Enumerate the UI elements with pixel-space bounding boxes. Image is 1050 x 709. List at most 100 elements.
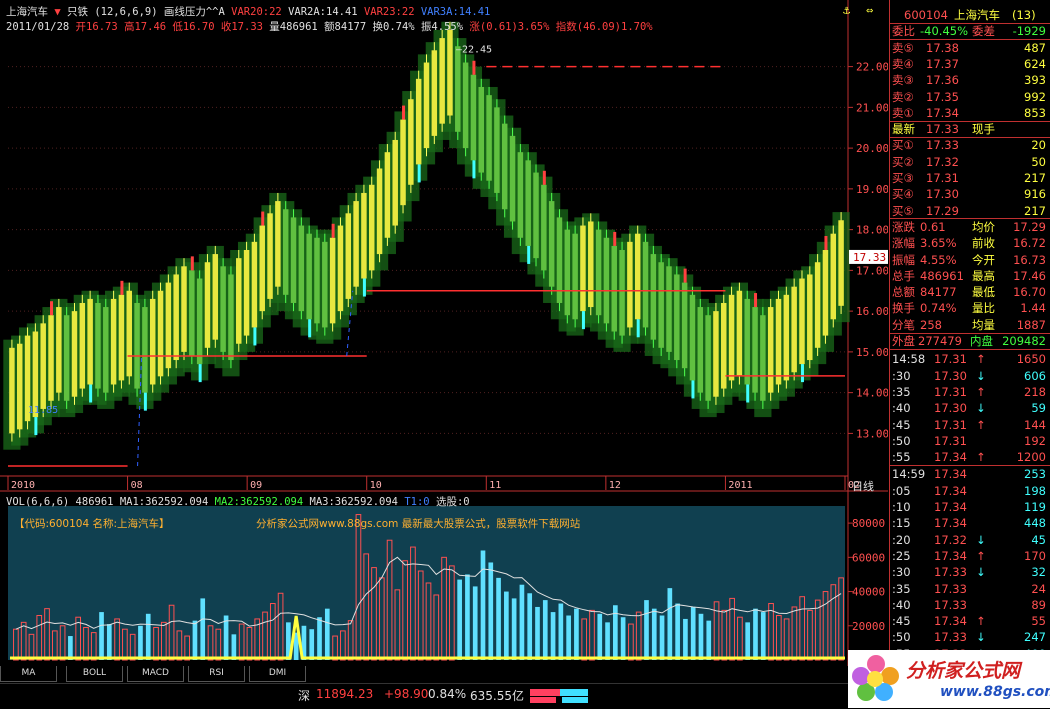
tick-direction: ↑ [976,450,986,465]
bid-row[interactable]: 买⑤ 17.29 217 [890,203,1050,219]
period-label[interactable]: 日线 [852,478,874,494]
tick-row[interactable]: :50 17.33 ↓ 247 [890,629,1050,645]
tick-row[interactable]: :35 17.31 ↑ 218 [890,384,1050,400]
chart-area[interactable]: 13.00 14.00 15.00 16.00 17.00 18.00 19.00 20.00… [0,0,888,666]
up-tick [683,268,687,283]
candle-body [447,29,453,116]
tick-row[interactable]: :40 17.30 ↓ 59 [890,400,1050,416]
ohlc-header: 2011/01/28 开16.73 高17.46 低16.70 收17.33 量… [6,19,653,34]
ask-row[interactable]: 卖③ 17.36 393 [890,72,1050,88]
stat-label: 涨跌 [892,219,915,234]
tick-time: :35 [892,384,911,399]
last-price-row[interactable]: 最新 17.33 现手 [890,121,1050,137]
x-tick-label: 12 [609,480,621,491]
tick-row[interactable]: :35 17.33 24 [890,581,1050,597]
tab-boll[interactable]: BOLL [66,666,123,682]
tick-row[interactable]: 14:58 17.31 ↑ 1650 [890,351,1050,367]
logo-text: 分析家公式网 [906,660,1021,682]
candle-body [243,250,250,336]
tick-row[interactable]: :30 17.33 ↓ 32 [890,564,1050,580]
volume-bar [542,600,548,660]
volume-bar [145,613,151,660]
tab-rsi[interactable]: RSI [188,666,245,682]
tick-row[interactable]: :45 17.34 ↑ 55 [890,613,1050,629]
ratio-value: -40.45% [920,24,968,39]
candle-body [501,123,508,210]
bid-row[interactable]: 买④ 17.30 916 [890,186,1050,202]
outer-inner-row[interactable]: 外盘 277479 内盘 209482 [890,333,1050,349]
stat-row[interactable]: 总额 84177 最低 16.70 [890,284,1050,300]
price-chart[interactable]: 13.00 14.00 15.00 16.00 17.00 18.00 19.00 20.00… [0,0,888,492]
expand-icon[interactable]: ⇔ [866,3,873,17]
tick-time: :50 [892,433,911,448]
market-amount: 635.55亿 [470,689,524,703]
tick-volume: 448 [1024,516,1046,531]
tab-ma[interactable]: MA [0,666,57,682]
tick-row[interactable]: :50 17.31 192 [890,433,1050,449]
ask-row[interactable]: 卖⑤ 17.38 487 [890,40,1050,56]
order-ratio-row[interactable]: 委比 -40.45% 委差 -1929 [890,23,1050,39]
candle-body [697,307,704,393]
volume-bar [760,612,766,660]
tick-row[interactable]: :15 17.34 448 [890,515,1050,531]
peak-annotation: —22.45 [456,44,492,55]
side-annotation: 11.85 [28,405,58,416]
stat-row[interactable]: 换手 0.74% 量比 1.44 [890,300,1050,316]
stock-title-row[interactable]: 600104 上海汽车 (13) [890,7,1050,23]
tick-row[interactable]: :30 17.30 ↓ 606 [890,368,1050,384]
tab-macd[interactable]: MACD [127,666,184,682]
ask-row[interactable]: 卖④ 17.37 624 [890,56,1050,72]
candle-body [63,315,70,401]
stat-row[interactable]: 涨幅 3.65% 前收 16.72 [890,235,1050,251]
stat-row[interactable]: 涨跌 0.61 均价 17.29 [890,219,1050,235]
candle-body [79,302,86,389]
stat-label: 分笔 [892,317,915,332]
tick-row[interactable]: :05 17.34 198 [890,483,1050,499]
menu-triangle-icon[interactable]: ▼ [54,6,60,18]
y-tick-label: 17.00 [856,264,888,277]
ask-row[interactable]: 卖② 17.35 992 [890,89,1050,105]
tick-row[interactable]: :25 17.34 ↑ 170 [890,548,1050,564]
anchor-icon[interactable]: ⚓ [843,3,850,17]
tick-volume: 247 [1024,630,1046,645]
tick-price: 17.34 [934,614,967,629]
advance-bar [530,689,560,696]
tick-row[interactable]: :20 17.32 ↓ 45 [890,532,1050,548]
up-tick [50,301,54,316]
stat-row[interactable]: 总手 486961 最高 17.46 [890,268,1050,284]
market-label[interactable]: 深 [298,687,310,704]
candle-body [376,168,383,255]
bid-row[interactable]: 买① 17.33 20 [890,137,1050,153]
down-tick [362,278,366,297]
stat-label: 量比 [972,301,995,316]
volume-bar [309,629,315,660]
bid-row[interactable]: 买② 17.32 50 [890,154,1050,170]
tick-row[interactable]: 14:59 17.34 253 [890,466,1050,482]
tick-row[interactable]: :45 17.31 ↑ 144 [890,417,1050,433]
down-tick [800,364,804,383]
tab-dmi[interactable]: DMI [249,666,306,682]
ask-row[interactable]: 卖① 17.34 853 [890,105,1050,121]
y-tick-label: 20000 [852,620,885,633]
candle-body [322,241,328,328]
tick-row[interactable]: :40 17.33 89 [890,597,1050,613]
breadth-bar [530,689,590,703]
volume-bar [558,603,564,660]
volume-bar [511,598,517,660]
tick-volume: 218 [1024,384,1046,399]
bid-row[interactable]: 买③ 17.31 217 [890,170,1050,186]
stat-value: 17.29 [1013,219,1046,234]
tick-time: :10 [892,500,911,514]
tick-row[interactable]: :55 17.34 ↑ 1200 [890,449,1050,465]
stat-row[interactable]: 振幅 4.55% 今开 16.73 [890,252,1050,268]
candle-body [658,262,664,348]
tick-row[interactable]: :10 17.34 119 [890,499,1050,515]
tick-volume: 192 [1024,433,1046,448]
y-tick-label: 15.00 [856,346,888,359]
tick-volume: 170 [1024,548,1046,563]
stat-value: 16.73 [1013,252,1046,267]
candle-body [110,298,117,385]
stat-row[interactable]: 分笔 258 均量 1887 [890,317,1050,333]
legend-item: 选股:0 [435,496,470,508]
ask-label: 卖② [892,89,914,104]
